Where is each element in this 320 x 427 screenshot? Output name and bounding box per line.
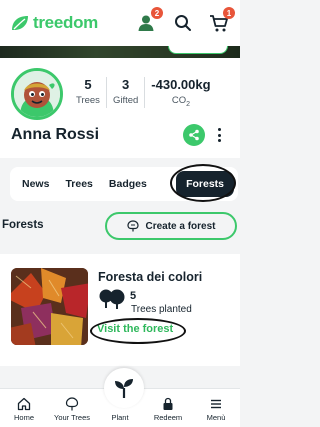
leaf-logo-icon [12, 16, 28, 30]
lock-icon [163, 397, 173, 410]
profile-card: 5 Trees 3 Gifted -430.00kg CO2 Anna Ross… [0, 58, 240, 158]
search-button[interactable] [172, 12, 194, 34]
forest-name: Foresta dei colori [98, 270, 203, 284]
nav-menu[interactable]: Menù [192, 389, 240, 427]
profile-badge: 2 [151, 7, 163, 19]
forest-card[interactable]: Foresta dei colori 5 Trees planted Visit… [0, 254, 240, 366]
share-icon [189, 129, 199, 141]
nav-menu-label: Menù [206, 413, 226, 422]
search-icon [175, 15, 191, 31]
co2-subscript: 2 [186, 100, 190, 108]
trees-planted-label: Trees planted [131, 304, 192, 315]
share-button[interactable] [183, 124, 205, 146]
kebab-dot-icon [217, 133, 221, 137]
stat-gifted: 3 Gifted [105, 77, 144, 108]
highlight-circle [170, 164, 236, 202]
nav-home[interactable]: Home [0, 389, 48, 427]
avatar[interactable] [11, 68, 63, 120]
autumn-leaves-image [11, 268, 88, 345]
stat-trees-label: Trees [76, 95, 100, 106]
stat-gifted-value: 3 [122, 77, 130, 92]
sprout-icon [115, 379, 133, 398]
kebab-dot-icon [217, 139, 221, 142]
nav-your-trees-label: Your Trees [54, 413, 90, 422]
trees-icon [99, 289, 125, 309]
highlight-circle [90, 318, 186, 344]
profile-stats: 5 Trees 3 Gifted -430.00kg CO2 [70, 77, 217, 108]
stat-co2-value: -430.00kg [151, 77, 211, 92]
tab-trees[interactable]: Trees [57, 171, 100, 197]
co2-label-text: CO [171, 95, 187, 106]
more-options-button[interactable] [212, 125, 226, 145]
nav-redeem[interactable]: Redeem [144, 389, 192, 427]
stat-gifted-label: Gifted [112, 95, 139, 106]
avatar-character-icon [14, 71, 60, 117]
logo-text: treedom [33, 13, 98, 32]
stat-trees-value: 5 [84, 77, 92, 92]
stat-co2: -430.00kg CO2 [144, 77, 216, 108]
home-icon [17, 397, 31, 411]
nav-plant-label: Plant [111, 413, 129, 422]
tree-icon [65, 397, 79, 411]
top-bar: treedom 2 1 [0, 0, 240, 46]
kebab-dot-icon [217, 128, 221, 131]
stat-trees: 5 Trees [70, 77, 106, 108]
profile-button[interactable]: 2 [136, 7, 163, 34]
tree-count: 5 [130, 290, 137, 302]
create-forest-button[interactable]: Create a forest [105, 212, 237, 240]
section-title: Forests [2, 219, 44, 231]
nav-your-trees[interactable]: Your Trees [48, 389, 96, 427]
forest-thumbnail[interactable] [11, 268, 88, 345]
nav-home-label: Home [13, 413, 34, 422]
cart-button[interactable]: 1 [208, 7, 235, 34]
tab-news[interactable]: News [14, 171, 57, 197]
plant-button[interactable] [104, 368, 144, 408]
banner-button-edge[interactable] [168, 46, 228, 54]
profile-name: Anna Rossi [11, 126, 100, 143]
stat-co2-label: CO2 [172, 95, 190, 108]
nav-redeem-label: Redeem [153, 413, 183, 422]
treedom-logo[interactable]: treedom [10, 13, 98, 33]
tab-badges[interactable]: Badges [101, 171, 155, 197]
create-forest-label: Create a forest [145, 220, 216, 232]
hamburger-menu-icon [211, 399, 221, 409]
forest-icon [127, 220, 140, 232]
cart-badge: 1 [223, 7, 235, 19]
